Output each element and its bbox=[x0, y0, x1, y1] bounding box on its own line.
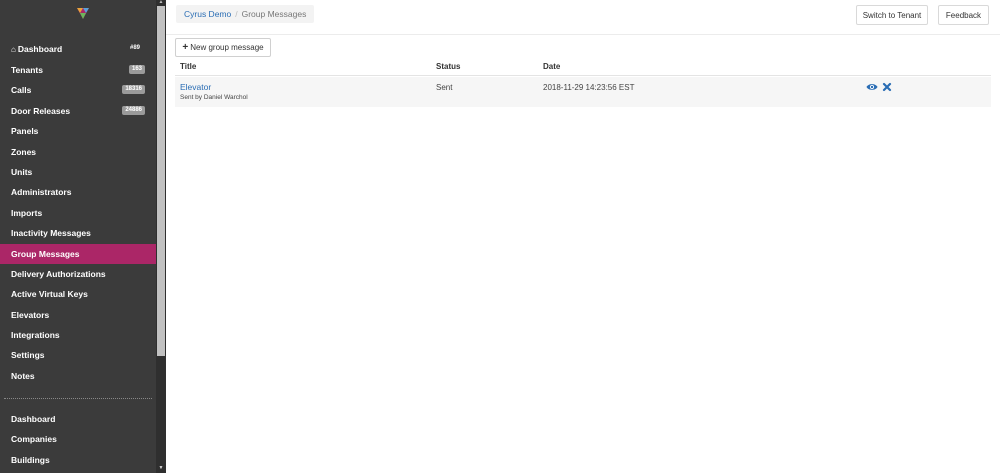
sidebar-scrollbar-thumb[interactable] bbox=[157, 6, 165, 356]
sidebar-item-label: Units bbox=[11, 167, 33, 177]
sidebar-item-dashboard[interactable]: ⌂ Dashboard #89 bbox=[0, 39, 156, 59]
sidebar-item-group-messages[interactable]: Group Messages bbox=[0, 244, 156, 264]
column-header-date: Date bbox=[543, 62, 561, 71]
sidebar-item-label: Elevators bbox=[11, 310, 50, 320]
sidebar-item-label: Calls bbox=[11, 85, 32, 95]
sidebar-item-elevators[interactable]: Elevators bbox=[0, 305, 156, 325]
view-eye-icon[interactable] bbox=[866, 82, 878, 92]
sidebar-item-integrations[interactable]: Integrations bbox=[0, 325, 156, 345]
sidebar-item-label: Panels bbox=[11, 126, 39, 136]
door-releases-count-badge: 24886 bbox=[122, 106, 145, 115]
logo[interactable] bbox=[76, 6, 90, 20]
plus-icon: + bbox=[182, 41, 189, 53]
sidebar-item-door-releases[interactable]: Door Releases 24886 bbox=[0, 101, 156, 121]
dashboard-badge: #89 bbox=[129, 45, 140, 51]
home-icon: ⌂ bbox=[11, 44, 16, 54]
sidebar-item-label: Companies bbox=[11, 434, 57, 444]
message-date: 2018-11-29 14:23:56 EST bbox=[543, 83, 635, 92]
sidebar-item-label: Door Releases bbox=[11, 106, 71, 116]
sidebar: ⌂ Dashboard #89 Tenants 163 Calls 18316 … bbox=[0, 0, 166, 473]
breadcrumb-current: Group Messages bbox=[241, 9, 307, 19]
new-group-message-label: New group message bbox=[190, 43, 264, 52]
sidebar-item-label: Settings bbox=[11, 350, 45, 360]
tenants-count-badge: 163 bbox=[128, 65, 145, 74]
sidebar-item-inactivity-messages[interactable]: Inactivity Messages bbox=[0, 223, 156, 243]
sidebar-item-zones[interactable]: Zones bbox=[0, 142, 156, 162]
delete-x-icon[interactable] bbox=[882, 82, 892, 92]
new-group-message-button[interactable]: + New group message bbox=[175, 38, 271, 57]
table-header: Title Status Date bbox=[175, 59, 991, 76]
sidebar-item-label: Delivery Authorizations bbox=[11, 269, 106, 279]
sidebar-item-label: Active Virtual Keys bbox=[11, 289, 88, 299]
sidebar-item-notes[interactable]: Notes bbox=[0, 366, 156, 386]
sidebar-item-label: Group Messages bbox=[11, 249, 80, 259]
sidebar-item-calls[interactable]: Calls 18316 bbox=[0, 80, 156, 100]
sidebar-divider bbox=[4, 398, 152, 399]
sidebar-item-panels[interactable]: Panels bbox=[0, 121, 156, 141]
sidebar-item-buildings[interactable]: Buildings bbox=[0, 450, 156, 470]
calls-count-badge: 18316 bbox=[122, 85, 145, 94]
switch-to-tenant-button[interactable]: Switch to Tenant bbox=[856, 5, 928, 25]
sidebar-item-admin-dashboard[interactable]: Dashboard bbox=[0, 409, 156, 429]
message-sender: Sent by Daniel Warchol bbox=[180, 94, 248, 101]
sidebar-item-delivery-authorizations[interactable]: Delivery Authorizations bbox=[0, 264, 156, 284]
sidebar-item-label: Zones bbox=[11, 147, 37, 157]
sidebar-item-label: Notes bbox=[11, 371, 35, 381]
sidebar-item-imports[interactable]: Imports bbox=[0, 203, 156, 223]
breadcrumb: Cyrus Demo / Group Messages bbox=[176, 5, 315, 23]
sidebar-item-label: Buildings bbox=[11, 455, 50, 465]
sidebar-item-units[interactable]: Units bbox=[0, 162, 156, 182]
sidebar-item-administrators[interactable]: Administrators bbox=[0, 182, 156, 202]
table-row: Elevator Sent by Daniel Warchol Sent 201… bbox=[175, 77, 991, 107]
scroll-down-arrow-icon[interactable]: ▼ bbox=[157, 464, 165, 472]
sidebar-item-label: Administrators bbox=[11, 187, 72, 197]
sidebar-item-label: Imports bbox=[11, 208, 43, 218]
sidebar-item-tenants[interactable]: Tenants 163 bbox=[0, 60, 156, 80]
breadcrumb-link-cyrus-demo[interactable]: Cyrus Demo bbox=[184, 9, 231, 19]
sidebar-item-label: Dashboard bbox=[11, 414, 56, 424]
sidebar-item-label: Dashboard bbox=[17, 44, 63, 54]
sidebar-item-label: Integrations bbox=[11, 330, 60, 340]
breadcrumb-separator: / bbox=[235, 9, 238, 19]
message-title-link[interactable]: Elevator bbox=[180, 82, 211, 92]
sidebar-item-label: Inactivity Messages bbox=[11, 228, 91, 238]
feedback-button[interactable]: Feedback bbox=[938, 5, 989, 25]
sidebar-item-active-virtual-keys[interactable]: Active Virtual Keys bbox=[0, 284, 156, 304]
column-header-status: Status bbox=[436, 62, 461, 71]
sidebar-item-companies[interactable]: Companies bbox=[0, 429, 156, 449]
sidebar-item-label: Tenants bbox=[11, 65, 43, 75]
column-header-title: Title bbox=[180, 62, 197, 71]
sidebar-item-settings[interactable]: Settings bbox=[0, 345, 156, 365]
message-status: Sent bbox=[436, 83, 453, 92]
top-bar: Cyrus Demo / Group Messages Switch to Te… bbox=[166, 0, 1000, 35]
scroll-up-arrow-icon[interactable]: ▲ bbox=[157, 0, 165, 5]
